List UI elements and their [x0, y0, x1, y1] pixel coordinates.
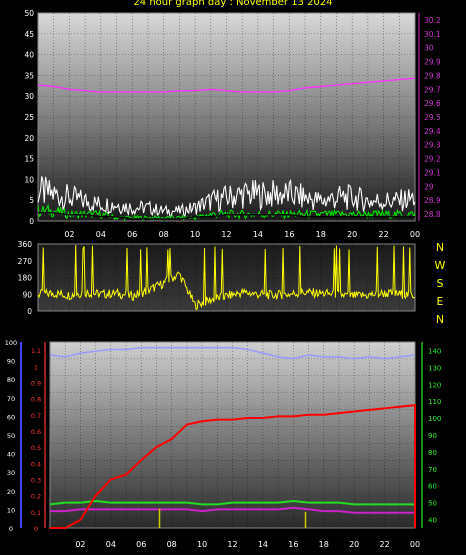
compass-E-3: E	[437, 295, 444, 308]
wind-x-tick-04: 04	[96, 230, 106, 239]
temp-tick-110: 110	[428, 398, 441, 406]
temp-tick-140: 140	[428, 347, 441, 355]
baro-right-tick-29.3: 29.3	[424, 141, 441, 150]
graph-canvas: 0510152025303540455028.828.92929.129.229…	[5, 9, 446, 549]
temp-tick-70: 70	[428, 466, 437, 474]
rain-tick-0: 0	[34, 525, 38, 533]
humidity-tick-30: 30	[7, 469, 15, 477]
rain-x-tick-06: 06	[136, 540, 146, 549]
rain-tick-0.6: 0.6	[31, 428, 41, 436]
rain-x-tick-18: 18	[319, 540, 329, 549]
baro-right-tick-29.5: 29.5	[424, 113, 441, 122]
dir-left-tick-90: 90	[22, 290, 32, 299]
rain-x-tick-20: 20	[349, 540, 359, 549]
wind-left-tick-20: 20	[24, 134, 34, 143]
wind-x-tick-22: 22	[378, 230, 388, 239]
rain-tick-1.1: 1.1	[31, 347, 41, 355]
baro-right-tick-28.9: 28.9	[424, 196, 441, 205]
baro-right-tick-29.9: 29.9	[424, 58, 441, 67]
rain-x-tick-14: 14	[258, 540, 268, 549]
temp-tick-40: 40	[428, 517, 437, 525]
wind-left-tick-5: 5	[29, 196, 34, 205]
wind-left-tick-10: 10	[24, 175, 34, 184]
temp-tick-60: 60	[428, 483, 437, 491]
compass-W-1: W	[435, 259, 446, 272]
wind-x-tick-14: 14	[253, 230, 263, 239]
humidity-tick-90: 90	[7, 358, 15, 366]
baro-right-tick-29.8: 29.8	[424, 71, 441, 80]
rain-tick-0.2: 0.2	[31, 493, 41, 501]
baro-right-tick-29: 29	[424, 182, 434, 191]
temp-tick-130: 130	[428, 364, 441, 372]
rain-x-tick-04: 04	[106, 540, 116, 549]
wind-left-tick-25: 25	[24, 113, 34, 122]
wind-x-tick-10: 10	[190, 230, 200, 239]
baro-right-tick-29.2: 29.2	[424, 155, 441, 164]
humidity-tick-60: 60	[7, 413, 15, 421]
temp-tick-120: 120	[428, 381, 441, 389]
baro-right-tick-29.1: 29.1	[424, 168, 441, 177]
weather-graph: 24 hour graph day : November 13 2024 051…	[0, 0, 466, 555]
baro-right-tick-29.4: 29.4	[424, 127, 441, 136]
rain-x-tick-12: 12	[227, 540, 237, 549]
rain-tick-0.1: 0.1	[31, 509, 41, 517]
humidity-tick-50: 50	[7, 432, 15, 440]
humidity-tick-40: 40	[7, 451, 15, 459]
dir-left-tick-0: 0	[27, 307, 32, 316]
wind-x-tick-08: 08	[159, 230, 169, 239]
wind-left-tick-15: 15	[24, 155, 34, 164]
wind-x-tick-20: 20	[347, 230, 357, 239]
rain-tick-0.4: 0.4	[31, 460, 41, 468]
rain-tick-0.7: 0.7	[31, 412, 41, 420]
baro-right-tick-30.1: 30.1	[424, 30, 441, 39]
wind-left-tick-30: 30	[24, 92, 34, 101]
dir-left-tick-270: 270	[18, 257, 33, 266]
baro-right-tick-28.8: 28.8	[424, 210, 441, 219]
rain-tick-0.3: 0.3	[31, 476, 41, 484]
temp-tick-90: 90	[428, 432, 437, 440]
wind-x-tick-12: 12	[221, 230, 231, 239]
wind-x-tick-06: 06	[127, 230, 137, 239]
temp-tick-50: 50	[428, 500, 437, 508]
humidity-tick-80: 80	[7, 376, 15, 384]
baro-right-tick-30.2: 30.2	[424, 16, 441, 25]
rain-x-tick-08: 08	[167, 540, 177, 549]
baro-right-tick-29.7: 29.7	[424, 85, 441, 94]
compass-S-2: S	[437, 277, 444, 290]
wind-x-tick-16: 16	[284, 230, 294, 239]
wind-left-tick-35: 35	[24, 71, 34, 80]
wind-left-tick-0: 0	[29, 217, 34, 226]
rain-x-tick-10: 10	[197, 540, 207, 549]
humidity-tick-10: 10	[7, 506, 15, 514]
rain-x-tick-02: 02	[75, 540, 85, 549]
humidity-tick-0: 0	[9, 525, 13, 533]
humidity-tick-70: 70	[7, 395, 15, 403]
rain-x-tick-22: 22	[379, 540, 389, 549]
wind-baro-panel	[37, 12, 416, 222]
wind-x-tick-00: 00	[410, 230, 420, 239]
rain-x-tick-16: 16	[288, 540, 298, 549]
wind-left-tick-50: 50	[24, 9, 34, 18]
wind-left-tick-45: 45	[24, 30, 34, 39]
rain-x-tick-00: 00	[410, 540, 420, 549]
rain-tick-0.8: 0.8	[31, 396, 41, 404]
dir-left-tick-360: 360	[18, 240, 33, 249]
dir-left-tick-180: 180	[18, 274, 33, 283]
temp-tick-100: 100	[428, 415, 441, 423]
wind-x-tick-18: 18	[316, 230, 326, 239]
wind-left-tick-40: 40	[24, 51, 34, 60]
temp-tick-80: 80	[428, 449, 437, 457]
rain-tick-0.9: 0.9	[31, 379, 41, 387]
humidity-tick-20: 20	[7, 488, 15, 496]
compass-N-0: N	[436, 241, 444, 254]
rain-tick-1: 1	[34, 363, 38, 371]
wind-x-tick-02: 02	[64, 230, 74, 239]
humidity-tick-100: 100	[5, 339, 17, 347]
compass-N-4: N	[436, 313, 444, 326]
rain-tick-0.5: 0.5	[31, 444, 41, 452]
baro-right-tick-30: 30	[424, 44, 434, 53]
baro-right-tick-29.6: 29.6	[424, 99, 441, 108]
